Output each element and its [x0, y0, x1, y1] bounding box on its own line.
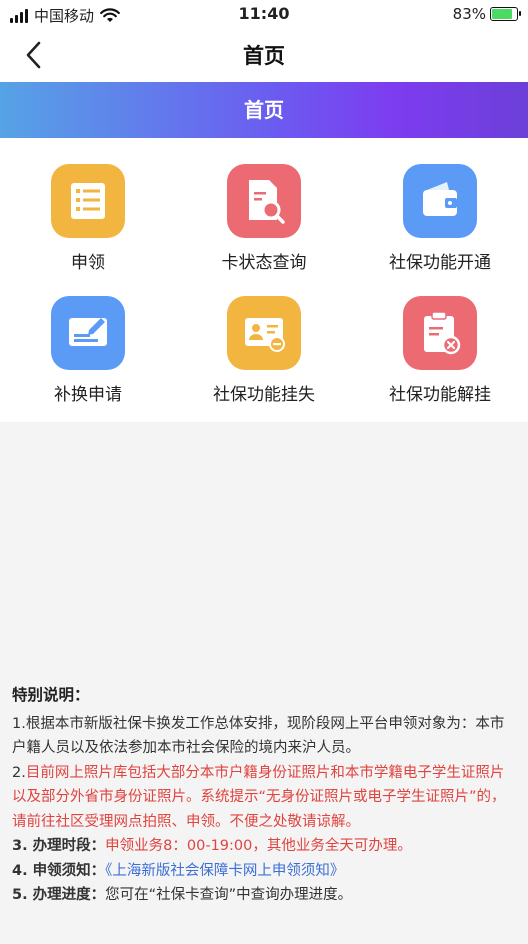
status-right: 83%	[452, 5, 521, 23]
note-4-label: 4. 申领须知：	[12, 862, 106, 879]
document-search-icon	[227, 164, 301, 238]
note-2: 2.目前网上照片库包括大部分本市户籍身份证照片和本市学籍电子学生证照片以及部分外…	[12, 761, 518, 835]
id-card-minus-icon	[227, 296, 301, 370]
menu-label: 社保功能挂失	[213, 385, 315, 405]
nav-bar: 首页	[0, 30, 528, 82]
note-3-text: 申领业务8：00-19:00，其他业务全天可办理。	[105, 838, 412, 854]
notes-section: 特别说明： 1.根据本市新版社保卡换发工作总体安排，现阶段网上平台申领对象为：本…	[12, 683, 518, 908]
menu-label: 社保功能解挂	[389, 385, 491, 405]
menu-item-activate[interactable]: 社保功能开通	[352, 164, 528, 273]
menu-label: 卡状态查询	[221, 253, 307, 273]
clipboard-cancel-icon	[403, 296, 477, 370]
note-5: 5. 办理进度：您可在“社保卡查询”中查询办理进度。	[12, 883, 518, 908]
note-2-text: 目前网上照片库包括大部分本市户籍身份证照片和本市学籍电子学生证照片以及部分外省市…	[12, 764, 506, 830]
apply-guide-link[interactable]: 《上海新版社会保障卡网上申领须知》	[105, 863, 344, 879]
note-3: 3. 办理时段：申领业务8：00-19:00，其他业务全天可办理。	[12, 834, 518, 859]
menu-item-unlock[interactable]: 社保功能解挂	[352, 296, 528, 405]
menu-grid: 申领 卡状态查询 社保功能开通 补换申请 社保功能挂失 社保功能解挂	[0, 138, 528, 422]
header-banner: 首页	[0, 82, 528, 138]
menu-item-report-loss[interactable]: 社保功能挂失	[176, 296, 352, 405]
menu-item-card-status[interactable]: 卡状态查询	[176, 164, 352, 273]
clock: 11:40	[238, 4, 290, 23]
menu-label: 申领	[71, 253, 105, 273]
note-4: 4. 申领须知：《上海新版社会保障卡网上申领须知》	[12, 859, 518, 884]
notes-heading: 特别说明：	[12, 686, 90, 704]
note-1: 1.根据本市新版社保卡换发工作总体安排，现阶段网上平台申领对象为：本市户籍人员以…	[12, 715, 505, 757]
status-bar: 中国移动 11:40 83%	[0, 0, 528, 30]
battery-icon	[490, 7, 521, 21]
edit-card-icon	[51, 296, 125, 370]
menu-item-apply[interactable]: 申领	[0, 164, 176, 273]
note-5-text: 您可在“社保卡查询”中查询办理进度。	[105, 887, 353, 903]
menu-item-replace[interactable]: 补换申请	[0, 296, 176, 405]
note-2-number: 2.	[12, 764, 26, 781]
menu-label: 补换申请	[54, 385, 122, 405]
menu-label: 社保功能开通	[389, 253, 491, 273]
note-3-label: 3. 办理时段：	[12, 838, 106, 854]
wallet-icon	[403, 164, 477, 238]
page-title: 首页	[243, 44, 285, 68]
note-5-label: 5. 办理进度：	[12, 887, 106, 903]
list-icon	[51, 164, 125, 238]
battery-percent: 83%	[452, 5, 486, 23]
